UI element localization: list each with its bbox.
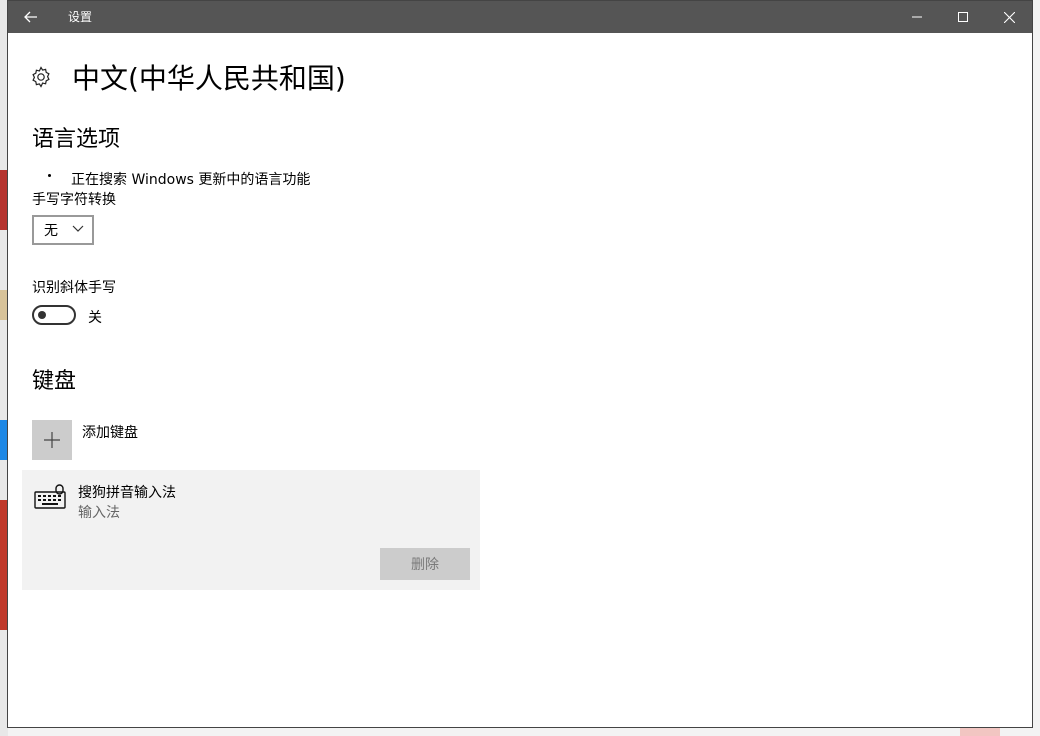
toggle-knob (38, 311, 46, 319)
title-bar: 设置 (8, 1, 1032, 33)
page-header: 中文(中华人民共和国) (30, 57, 346, 97)
gear-icon (32, 66, 50, 88)
maximize-icon (958, 12, 968, 22)
close-icon (1003, 11, 1015, 23)
settings-window: 设置 中文(中华人民共和国) 语言选项 正在搜索 Windows 更新中的语言功… (7, 0, 1033, 728)
keyboard-heading: 键盘 (32, 369, 77, 394)
keyboard-icon (34, 484, 66, 509)
keyboard-item-name: 搜狗拼音输入法 (78, 485, 176, 501)
add-keyboard-button[interactable] (32, 420, 72, 460)
italic-handwriting-toggle[interactable] (32, 305, 76, 325)
keyboard-item-type: 输入法 (78, 505, 120, 521)
searching-status: 正在搜索 Windows 更新中的语言功能 (48, 169, 310, 189)
italic-handwriting-label: 识别斜体手写 (32, 280, 116, 296)
maximize-button[interactable] (940, 1, 986, 33)
handwriting-select[interactable]: 无 (32, 215, 94, 245)
italic-toggle-state: 关 (88, 310, 102, 326)
remove-keyboard-button[interactable]: 删除 (380, 548, 470, 580)
close-button[interactable] (986, 1, 1032, 33)
back-button[interactable] (8, 1, 54, 33)
searching-text: 正在搜索 Windows 更新中的语言功能 (71, 172, 311, 188)
handwriting-label: 手写字符转换 (32, 192, 116, 208)
minimize-icon (912, 16, 922, 18)
handwriting-select-value: 无 (44, 223, 58, 239)
language-options-heading: 语言选项 (32, 127, 121, 152)
window-title: 设置 (68, 10, 93, 24)
plus-icon (44, 432, 60, 448)
desktop-background-corner (960, 728, 1000, 736)
back-arrow-icon (24, 11, 37, 23)
page-title: 中文(中华人民共和国) (72, 62, 346, 95)
minimize-button[interactable] (894, 1, 940, 33)
chevron-down-icon (72, 225, 84, 232)
settings-content: 中文(中华人民共和国) 语言选项 正在搜索 Windows 更新中的语言功能 手… (8, 33, 1032, 727)
add-keyboard-label[interactable]: 添加键盘 (82, 422, 138, 442)
keyboard-item[interactable]: 搜狗拼音输入法 输入法 删除 (22, 470, 480, 590)
progress-dot-icon (48, 173, 51, 177)
